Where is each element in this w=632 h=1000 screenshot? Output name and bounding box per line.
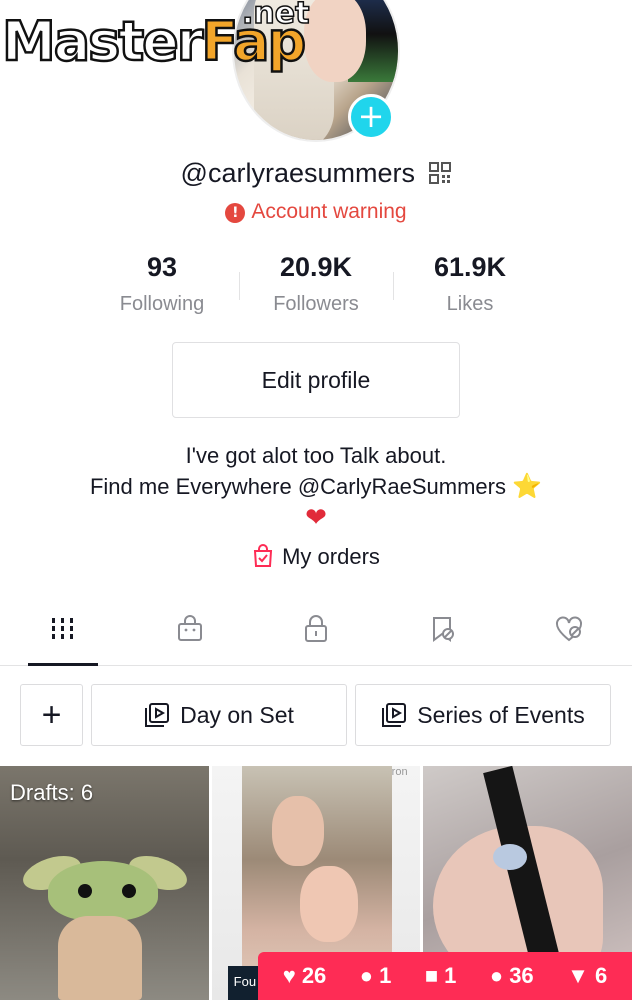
edit-profile-button[interactable]: Edit profile [172, 342, 460, 418]
playlist-label: Series of Events [417, 701, 585, 728]
username-row: @carlyraesummers [0, 158, 632, 189]
playlist-label: Day on Set [180, 701, 294, 728]
playlist-series-of-events[interactable]: Series of Events [355, 684, 611, 746]
tab-favorites[interactable] [379, 608, 505, 665]
stat-likes[interactable]: 61.9K Likes [393, 252, 547, 324]
stat-value: 20.9K [279, 252, 353, 282]
person-icon: ● [489, 963, 504, 988]
profile-bio: I've got alot too Talk about. Find me Ev… [0, 440, 632, 532]
playlist-icon [145, 703, 170, 727]
lock-icon [305, 615, 328, 642]
bio-line-1: I've got alot too Talk about. [185, 443, 447, 468]
stat-following[interactable]: 93 Following [85, 252, 239, 324]
playlist-day-on-set[interactable]: Day on Set [91, 684, 347, 746]
add-playlist-button[interactable]: + [20, 684, 83, 746]
thumbnail-caption: ron [391, 766, 408, 778]
my-orders-link[interactable]: My orders [0, 544, 632, 570]
followers-count: 36 [509, 963, 534, 988]
warning-icon: ! [225, 203, 246, 223]
tab-liked[interactable] [506, 608, 632, 665]
stat-value: 93 [146, 252, 178, 282]
username: @carlyraesummers [180, 158, 415, 188]
stat-value: 61.9K [433, 252, 507, 282]
playlists-row: + Day on Set Series of Events [20, 684, 612, 746]
watermark-logo: MasterFap .net [0, 0, 310, 78]
video-thumbnail-drafts[interactable]: Drafts: 6 [0, 766, 209, 1000]
bookmark-hidden-icon [433, 617, 455, 642]
comments-count: 1 [379, 963, 392, 988]
shares-count: 6 [594, 963, 608, 988]
stat-label: Following [119, 293, 205, 315]
playlist-icon [382, 703, 407, 727]
questions-count: 1 [444, 963, 457, 988]
stat-questions-count: ■ 1 [425, 963, 457, 989]
tab-shop[interactable] [126, 608, 252, 665]
account-warning[interactable]: ! Account warning [0, 200, 632, 224]
heart-hidden-icon [555, 616, 582, 642]
tab-private[interactable] [253, 608, 379, 665]
add-avatar-button[interactable]: + [348, 94, 394, 140]
heart-emoji: ❤ [305, 502, 327, 532]
profile-tabs [0, 608, 632, 666]
likes-count: 26 [301, 963, 327, 988]
profile-stats: 93 Following 20.9K Followers 61.9K Likes [85, 252, 547, 324]
stat-label: Likes [446, 293, 494, 315]
tab-videos[interactable] [0, 608, 126, 666]
video-stats-bar: ♥ 26 ● 1 ■ 1 ● 36 ▼ 6 [258, 952, 632, 1000]
stat-comments-count: ● 1 [360, 963, 392, 989]
shopping-bag-icon [177, 615, 202, 641]
watermark-text-master: Master [1, 9, 205, 75]
stat-followers-count: ● 36 [490, 963, 534, 989]
watermark-text-net: .net [241, 0, 310, 32]
comment-icon: ● [359, 963, 374, 988]
drafts-label: Drafts: 6 [10, 780, 94, 805]
order-bag-icon [254, 544, 273, 567]
stat-followers[interactable]: 20.9K Followers [239, 252, 393, 324]
qr-code-icon[interactable] [429, 162, 452, 184]
question-icon: ■ [424, 963, 439, 988]
my-orders-label: My orders [282, 544, 380, 569]
star-emoji: ⭐ [512, 473, 543, 500]
bio-line-2: Find me Everywhere @CarlyRaeSummers [89, 474, 506, 499]
heart-icon: ♥ [282, 963, 296, 988]
stat-likes-count: ♥ 26 [283, 963, 327, 989]
share-icon: ▼ [567, 963, 589, 988]
stat-shares-count: ▼ 6 [567, 963, 607, 989]
grid-icon [52, 618, 74, 639]
stat-label: Followers [273, 293, 359, 315]
account-warning-label: Account warning [251, 200, 407, 223]
